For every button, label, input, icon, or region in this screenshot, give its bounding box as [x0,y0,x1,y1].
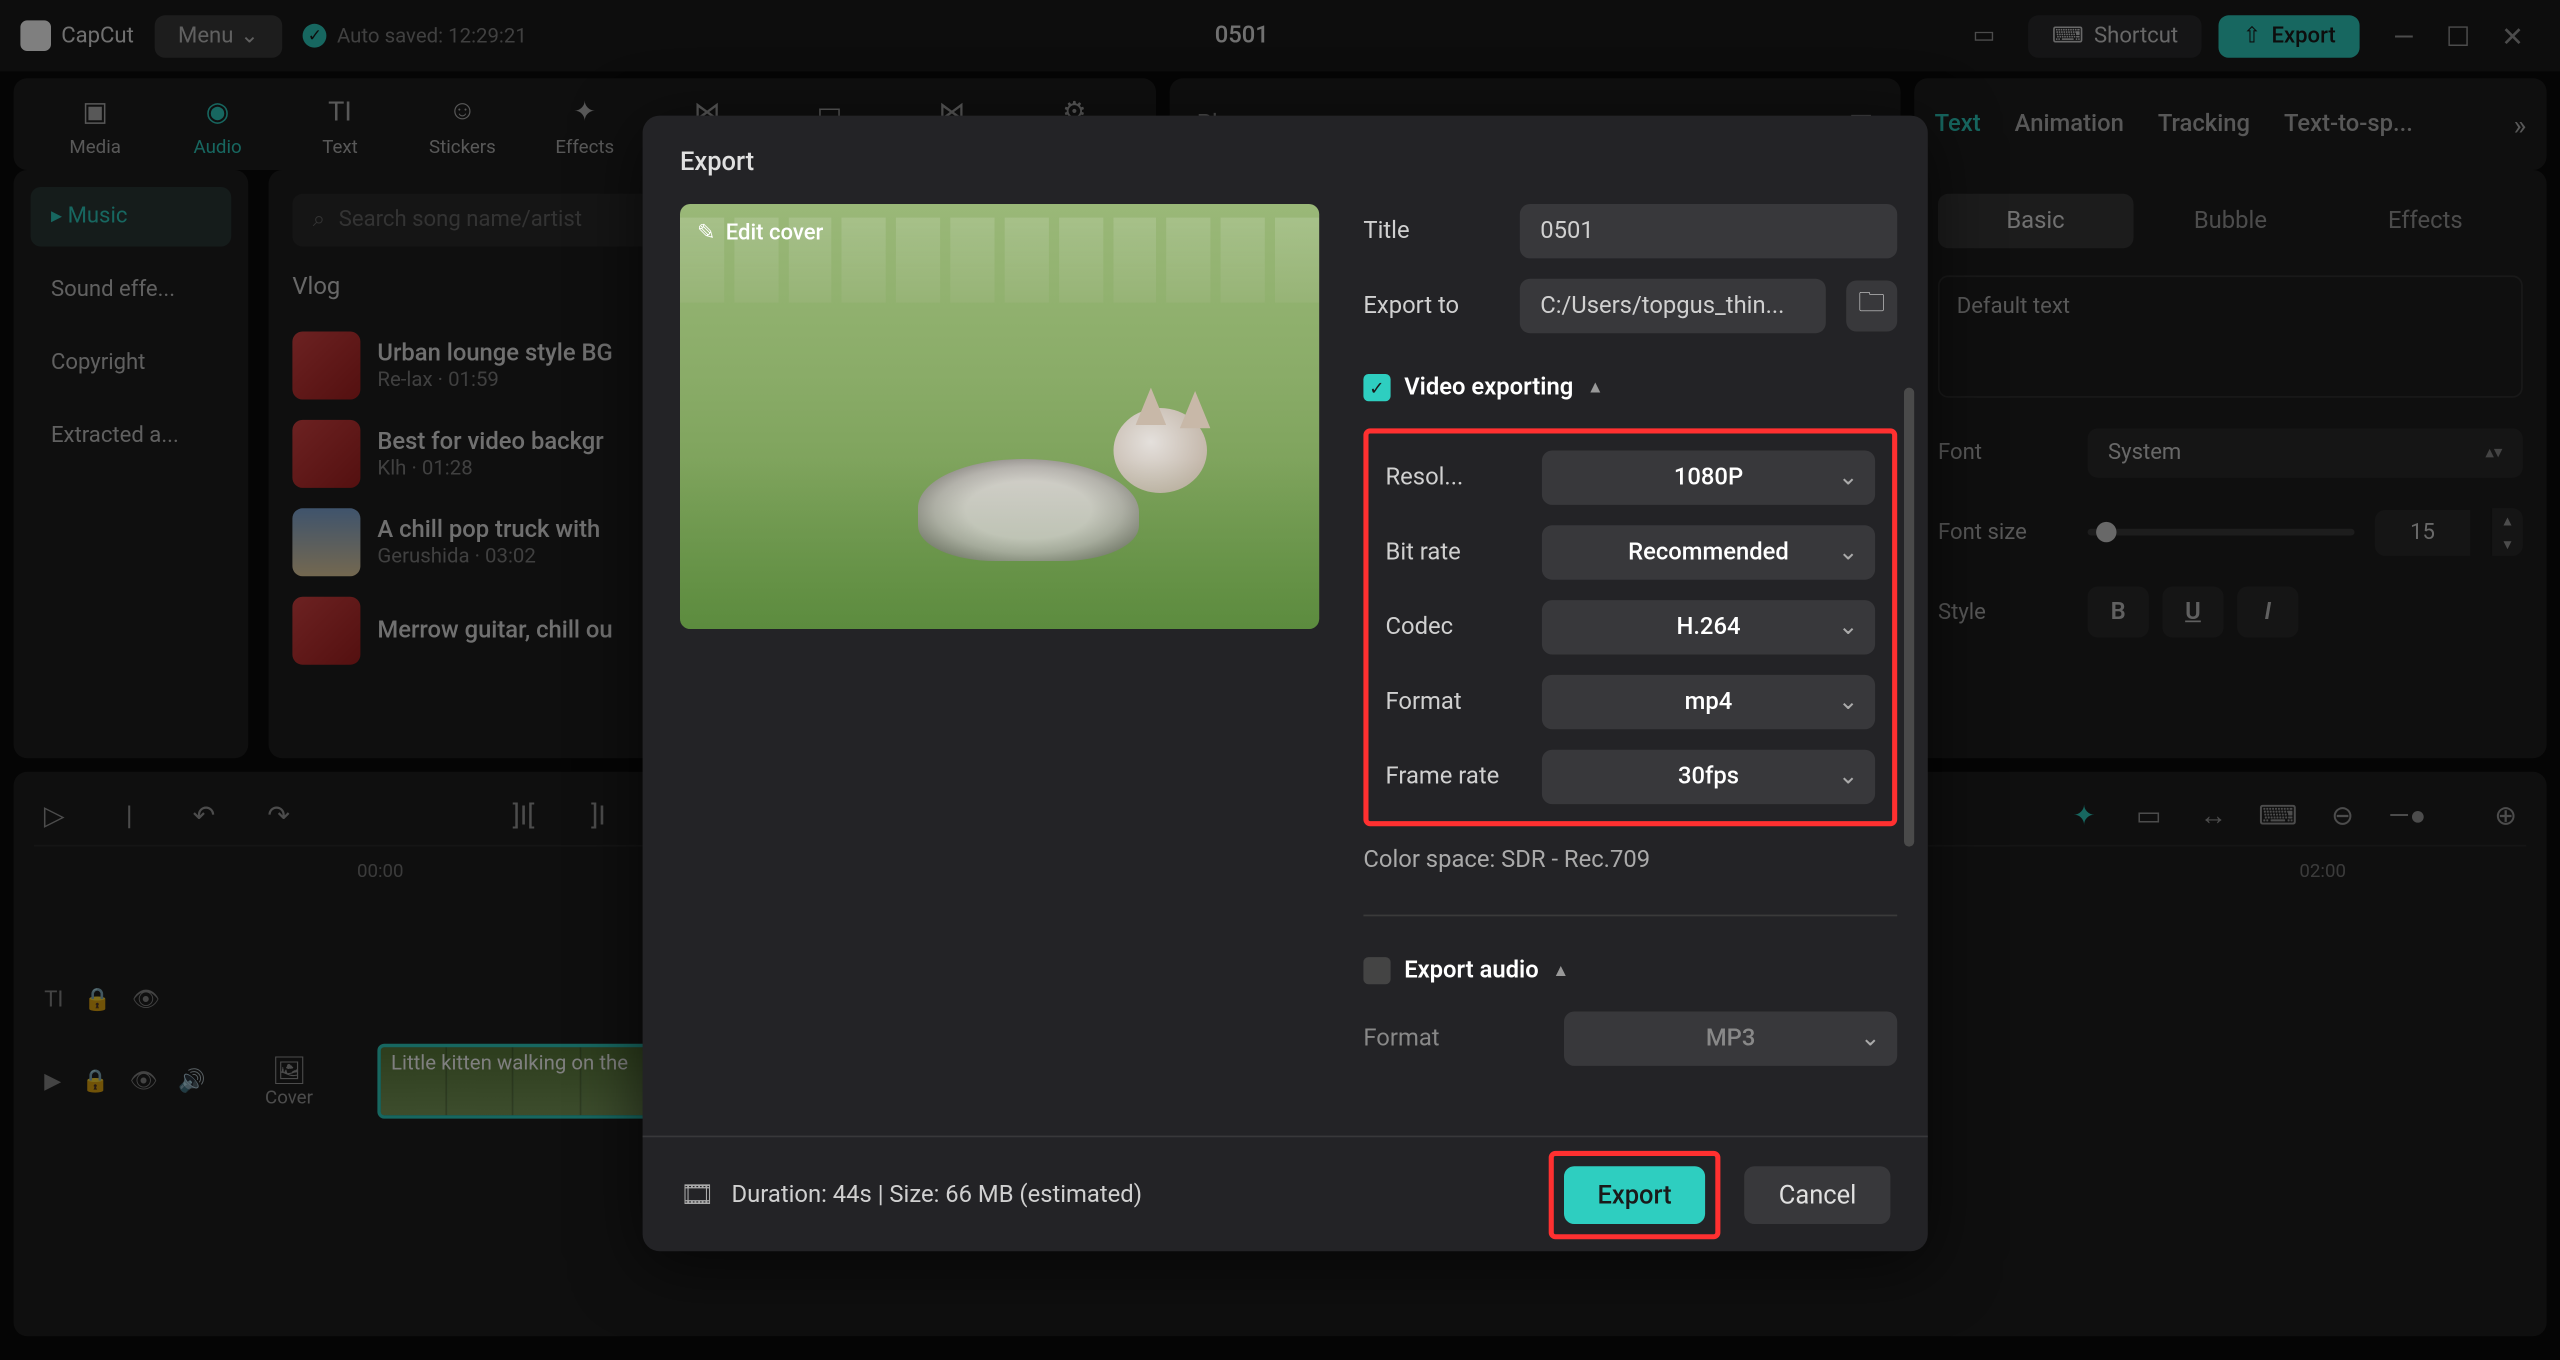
resolution-label: Resol... [1386,464,1522,491]
audio-export-checkbox[interactable] [1363,957,1390,984]
video-settings-highlight: Resol... 1080P Bit rate Recommended Codec H… [1363,428,1897,826]
resolution-select[interactable]: 1080P [1542,451,1875,505]
modal-title: Export [643,116,1928,198]
codec-label: Codec [1386,614,1522,641]
title-input[interactable]: 0501 [1520,204,1897,258]
browse-folder-button[interactable]: 🗀 [1846,281,1897,332]
cover-preview: ✎ Edit cover [680,204,1319,629]
cancel-button[interactable]: Cancel [1745,1165,1891,1223]
pencil-icon: ✎ [697,221,716,247]
exportto-input[interactable]: C:/Users/topgus_thin... [1520,279,1826,333]
folder-icon: 🗀 [1858,283,1885,329]
colorspace-info: Color space: SDR - Rec.709 [1363,847,1897,874]
export-modal: Export ✎ Edit cover Title 0 [643,116,1928,1252]
modal-scrollbar[interactable] [1904,388,1914,847]
bitrate-select[interactable]: Recommended [1542,525,1875,579]
fps-select[interactable]: 30fps [1542,750,1875,804]
export-confirm-button[interactable]: Export [1563,1165,1705,1223]
exportto-label: Export to [1363,292,1499,319]
collapse-icon[interactable]: ▲ [1552,961,1569,980]
collapse-icon[interactable]: ▲ [1587,378,1604,397]
video-export-checkbox[interactable]: ✓ [1363,374,1390,401]
format-label: Format [1386,689,1522,716]
fps-label: Frame rate [1386,763,1522,790]
bitrate-label: Bit rate [1386,539,1522,566]
title-field-label: Title [1363,218,1499,245]
film-icon: 🎞 [680,1178,715,1210]
export-info: 🎞 Duration: 44s | Size: 66 MB (estimated… [680,1178,1142,1210]
audio-format-select: MP3 [1564,1012,1897,1066]
format-select[interactable]: mp4 [1542,675,1875,729]
audio-format-label: Format [1363,1025,1499,1052]
edit-cover-button[interactable]: ✎ Edit cover [697,221,823,247]
export-button-highlight: Export [1548,1150,1721,1238]
codec-select[interactable]: H.264 [1542,600,1875,654]
